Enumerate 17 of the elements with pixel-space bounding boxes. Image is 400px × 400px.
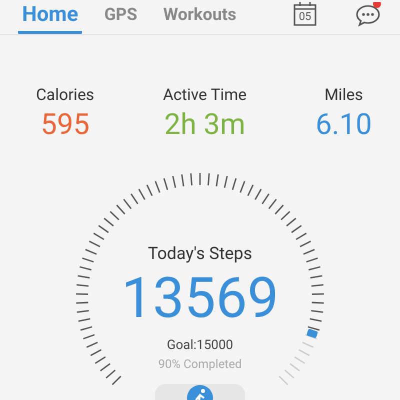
chat-icon[interactable]	[355, 2, 381, 28]
stat-label: Miles	[324, 85, 363, 104]
stat-value: 595	[40, 108, 90, 142]
stat-value: 6.10	[315, 108, 372, 142]
tab[interactable]: Home	[18, 5, 82, 34]
tab[interactable]: GPS	[100, 5, 142, 34]
steps-title: Today's Steps	[148, 244, 252, 264]
stat-label: Calories	[36, 85, 94, 104]
remaining-ticks	[278, 334, 317, 386]
steps-count: 13569	[121, 266, 279, 330]
calendar-icon[interactable]: 05	[293, 2, 317, 26]
progress-marker	[306, 328, 318, 338]
steps-goal: Goal:15000	[166, 338, 234, 353]
completion-text: 90% Completed	[158, 357, 242, 371]
tab[interactable]: Workouts	[159, 5, 240, 34]
stat-label: Active Time	[162, 85, 247, 104]
stat-value: 2h 3m	[164, 108, 246, 142]
